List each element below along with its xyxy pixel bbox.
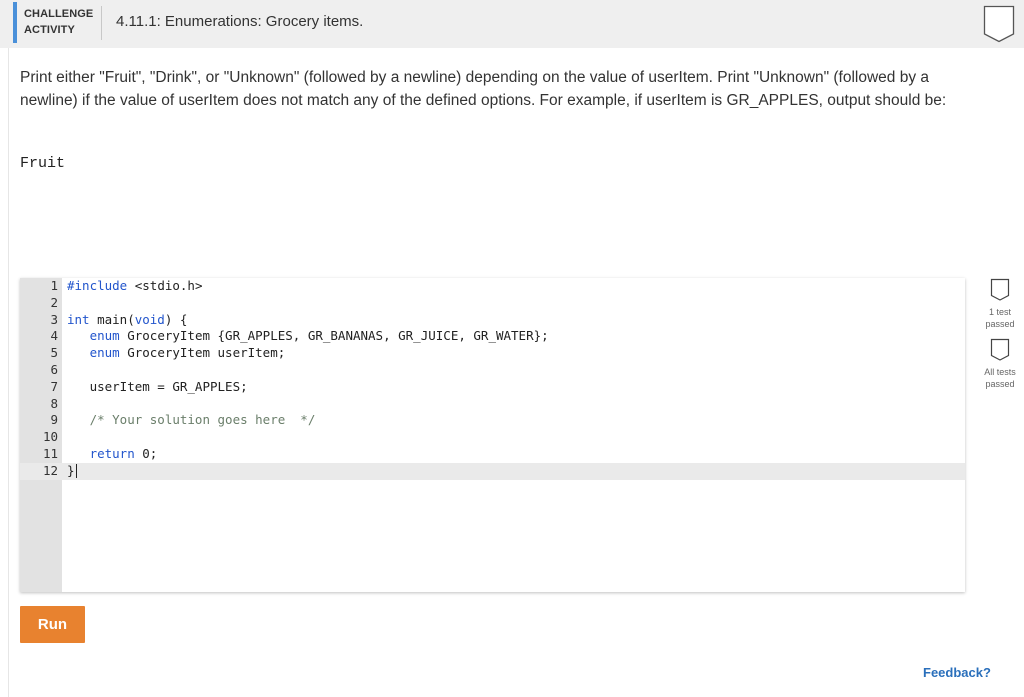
code-line[interactable]: 8 xyxy=(20,396,965,413)
test1-status: 1 test passed xyxy=(976,306,1024,330)
code-text[interactable]: #include <stdio.h> xyxy=(67,278,202,295)
code-line[interactable]: 5 enum GroceryItem userItem; xyxy=(20,345,965,362)
all-tests-badge-icon xyxy=(990,338,1010,361)
code-line[interactable]: 6 xyxy=(20,362,965,379)
activity-type-line2: ACTIVITY xyxy=(24,24,75,36)
code-line[interactable]: 4 enum GroceryItem {GR_APPLES, GR_BANANA… xyxy=(20,328,965,345)
line-number: 11 xyxy=(42,445,58,461)
test1-status-line1: 1 test xyxy=(988,307,1011,317)
code-line[interactable]: 10 xyxy=(20,429,965,446)
header-divider xyxy=(101,6,102,40)
code-line[interactable]: 12} xyxy=(20,462,965,480)
line-number: 2 xyxy=(50,294,58,310)
code-line[interactable]: 2 xyxy=(20,295,965,312)
activity-title: 4.11.1: Enumerations: Grocery items. xyxy=(116,13,364,30)
line-number: 5 xyxy=(50,345,58,361)
code-text[interactable]: enum GroceryItem userItem; xyxy=(67,345,286,362)
code-text[interactable]: return 0; xyxy=(67,446,158,463)
completion-badge-icon xyxy=(983,5,1015,43)
code-text[interactable]: userItem = GR_APPLES; xyxy=(67,379,248,396)
example-output: Fruit xyxy=(20,155,66,172)
code-text[interactable]: /* Your solution goes here */ xyxy=(67,412,316,429)
all-tests-status: All tests passed xyxy=(976,366,1024,390)
line-number: 3 xyxy=(50,311,58,327)
line-number: 4 xyxy=(50,328,58,344)
line-number: 12 xyxy=(42,462,58,478)
code-lines[interactable]: 1 #include <stdio.h> 2 3 int main(void) {4 e… xyxy=(20,278,965,480)
code-line[interactable]: 9 /* Your solution goes here */ xyxy=(20,412,965,429)
code-text[interactable]: } xyxy=(67,463,77,480)
line-number: 10 xyxy=(42,429,58,445)
line-number: 8 xyxy=(50,395,58,411)
code-text[interactable]: int main(void) { xyxy=(67,312,187,329)
instructions-text: Print either "Fruit", "Drink", or "Unkno… xyxy=(20,69,947,109)
line-number: 9 xyxy=(50,412,58,428)
code-line[interactable]: 1 #include <stdio.h> xyxy=(20,278,965,295)
code-line[interactable]: 11 return 0; xyxy=(20,446,965,463)
code-line[interactable]: 7 userItem = GR_APPLES; xyxy=(20,379,965,396)
line-number: 1 xyxy=(50,278,58,293)
run-button[interactable]: Run xyxy=(20,606,85,643)
left-border-rule xyxy=(8,48,9,697)
code-editor[interactable]: 1 #include <stdio.h> 2 3 int main(void) {4 e… xyxy=(20,278,965,592)
test-badge-icon xyxy=(990,278,1010,301)
all-tests-status-line1: All tests xyxy=(984,367,1016,377)
code-text[interactable]: enum GroceryItem {GR_APPLES, GR_BANANAS,… xyxy=(67,328,549,345)
code-line[interactable]: 3 int main(void) { xyxy=(20,312,965,329)
activity-type-label: CHALLENGE ACTIVITY xyxy=(24,6,93,38)
line-number: 6 xyxy=(50,361,58,377)
line-number: 7 xyxy=(50,378,58,394)
activity-type-line1: CHALLENGE xyxy=(24,8,94,20)
feedback-link[interactable]: Feedback? xyxy=(923,665,991,680)
header-accent-bar xyxy=(13,2,17,43)
text-caret xyxy=(75,464,77,479)
all-tests-status-line2: passed xyxy=(985,379,1015,389)
activity-header: CHALLENGE ACTIVITY 4.11.1: Enumerations:… xyxy=(0,0,1024,48)
test1-status-line2: passed xyxy=(985,319,1015,329)
